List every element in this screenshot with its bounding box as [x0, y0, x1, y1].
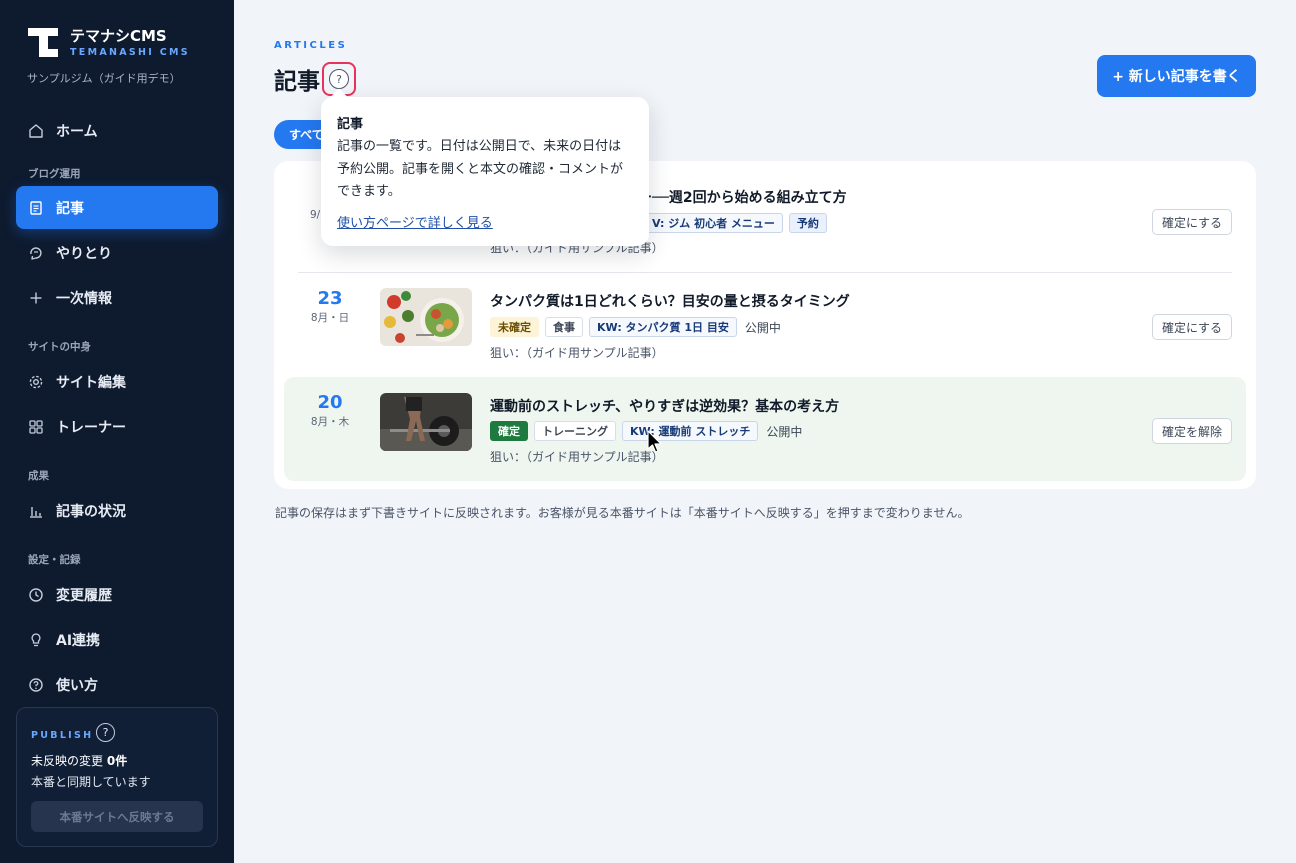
- publish-help-icon[interactable]: ?: [96, 723, 115, 742]
- state-tag: 未確定: [490, 317, 539, 337]
- section-label-settings: 設定・記録: [28, 554, 81, 566]
- grid-icon: [28, 419, 44, 435]
- section-label-site: サイトの中身: [28, 341, 91, 353]
- keyword-tag: KW: 運動前 ストレッチ: [622, 421, 759, 441]
- sidebar: テマナシCMS TEMANASHI CMS サンプルジム（ガイド用デモ） ホーム…: [0, 0, 234, 863]
- publish-status: 公開中: [766, 424, 803, 439]
- pending-label: 未反映の変更: [31, 754, 104, 768]
- article-thumbnail[interactable]: [380, 393, 472, 451]
- new-article-button[interactable]: + 新しい記事を書く: [1097, 55, 1256, 97]
- plus-icon: [28, 290, 44, 306]
- logo-title: テマナシCMS: [70, 27, 167, 45]
- confirm-button[interactable]: 確定にする: [1152, 314, 1232, 340]
- logo[interactable]: テマナシCMS TEMANASHI CMS: [28, 28, 190, 58]
- keyword-tag: KW: タンパク質 1日 目安: [589, 317, 737, 337]
- article-title[interactable]: タンパク質は1日どれくらい？目安の量と摂るタイミング: [490, 291, 850, 311]
- article-aim: 狙い：（ガイド用サンプル記事）: [490, 346, 664, 360]
- article-title[interactable]: ー──週2回から始める組み立て方: [638, 187, 847, 207]
- article-row[interactable]: 23 8月・日 タンパク質は1日どれくらい？目安の量と摂るタイミング 未確定 食…: [298, 273, 1232, 378]
- sidebar-item-label: 変更履歴: [56, 587, 112, 604]
- publish-button[interactable]: 本番サイトへ反映する: [31, 801, 203, 832]
- sidebar-item-label: 一次情報: [56, 290, 112, 307]
- publish-label: PUBLISH: [31, 730, 94, 741]
- sync-status: 本番と同期しています: [31, 775, 151, 789]
- category-tag: トレーニング: [534, 421, 616, 441]
- bar-chart-icon: [28, 503, 44, 519]
- sidebar-item-label: AI連携: [56, 632, 101, 649]
- sidebar-item-howto[interactable]: 使い方: [16, 663, 218, 706]
- date-month-weekday: 8月・日: [310, 312, 350, 324]
- publish-status: 公開中: [744, 320, 781, 335]
- site-name: サンプルジム（ガイド用デモ）: [27, 72, 181, 85]
- help-tooltip: 記事 記事の一覧です。日付は公開日で、未来の日付は予約公開。記事を開くと本文の確…: [321, 88, 649, 246]
- sidebar-item-label: やりとり: [56, 245, 112, 262]
- logo-mark-icon: [28, 28, 58, 58]
- help-icon[interactable]: ?: [329, 69, 349, 89]
- confirm-button[interactable]: 確定にする: [1152, 209, 1232, 235]
- sidebar-item-label: サイト編集: [56, 374, 126, 391]
- sidebar-item-article-status[interactable]: 記事の状況: [16, 489, 218, 532]
- article-title[interactable]: 運動前のストレッチ、やりすぎは逆効果？基本の考え方: [490, 396, 839, 416]
- article-aim: 狙い：（ガイド用サンプル記事）: [490, 450, 664, 464]
- article-tags: 未確定 食事 KW: タンパク質 1日 目安 公開中: [490, 317, 781, 337]
- sidebar-item-exchanges[interactable]: やりとり: [16, 231, 218, 274]
- publish-date: 23 8月・日: [298, 288, 362, 325]
- sidebar-item-label: ホーム: [56, 123, 98, 140]
- document-icon: [28, 200, 44, 216]
- sidebar-item-trainers[interactable]: トレーナー: [16, 405, 218, 448]
- sidebar-item-label: 使い方: [56, 677, 98, 694]
- tooltip-title: 記事: [337, 117, 364, 132]
- gear-icon: [28, 374, 44, 390]
- page-title: 記事: [274, 69, 320, 95]
- page-eyebrow: ARTICLES: [274, 40, 348, 51]
- pending-count: 0件: [106, 754, 128, 768]
- date-day: 23: [317, 288, 343, 309]
- sidebar-item-site-edit[interactable]: サイト編集: [16, 360, 218, 403]
- article-row[interactable]: 20 8月・木 運動前のストレッチ、やりすぎは逆効果？基本の考え方 確定 トレー…: [284, 377, 1246, 481]
- tooltip-howto-link[interactable]: 使い方ページで詳しく見る: [337, 212, 493, 231]
- footnote: 記事の保存はまず下書きサイトに反映されます。お客様が見る本番サイトは「本番サイト…: [275, 506, 970, 520]
- tooltip-body: 記事の一覧です。日付は公開日で、未来の日付は予約公開。記事を開くと本文の確認・コ…: [337, 139, 624, 199]
- sidebar-item-primary-info[interactable]: 一次情報: [16, 276, 218, 319]
- sidebar-item-articles[interactable]: 記事: [16, 186, 218, 229]
- section-label-blog: ブログ運用: [28, 168, 81, 180]
- sidebar-item-history[interactable]: 変更履歴: [16, 573, 218, 616]
- pending-changes: 未反映の変更 0件: [31, 752, 127, 769]
- sidebar-item-label: 記事の状況: [56, 503, 126, 520]
- help-circle-icon: [28, 677, 44, 693]
- state-tag: 確定: [490, 421, 528, 441]
- scheduled-tag: 予約: [788, 213, 827, 233]
- unconfirm-button[interactable]: 確定を解除: [1152, 418, 1232, 444]
- clock-icon: [28, 587, 44, 603]
- sidebar-item-label: 記事: [56, 200, 84, 217]
- sidebar-item-home[interactable]: ホーム: [16, 109, 218, 152]
- article-tags: V: ジム 初心者 メニュー 予約: [644, 213, 827, 233]
- sidebar-item-label: トレーナー: [56, 419, 126, 436]
- lightbulb-icon: [28, 632, 44, 648]
- category-tag: 食事: [545, 317, 583, 337]
- publish-date: 20 8月・木: [298, 392, 362, 429]
- article-thumbnail[interactable]: [380, 288, 472, 346]
- logo-subtitle: TEMANASHI CMS: [70, 47, 190, 58]
- publish-panel: PUBLISH ? 未反映の変更 0件 本番と同期しています 本番サイトへ反映す…: [16, 707, 218, 847]
- keyword-tag: V: ジム 初心者 メニュー: [644, 213, 783, 233]
- section-label-results: 成果: [28, 470, 49, 482]
- chat-icon: [28, 245, 44, 261]
- mouse-cursor-icon: [647, 430, 662, 453]
- date-day: 20: [317, 392, 343, 413]
- sidebar-item-ai[interactable]: AI連携: [16, 618, 218, 661]
- date-month-weekday: 8月・木: [310, 416, 350, 428]
- home-icon: [28, 123, 44, 139]
